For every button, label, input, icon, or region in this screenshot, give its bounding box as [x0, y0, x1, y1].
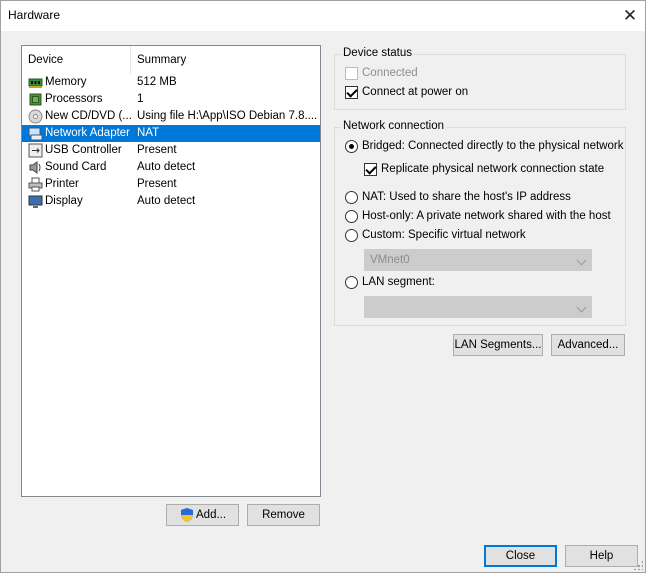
- lan-segments-button[interactable]: LAN Segments...: [453, 334, 543, 356]
- processor-icon: [28, 92, 43, 107]
- list-header: Device Summary: [22, 46, 320, 74]
- device-status-group: Device status Connected Connect at power…: [334, 47, 626, 110]
- device-name: New CD/DVD (...: [45, 110, 131, 122]
- device-list: Device Summary Memory 512 MB Processors 1 Ne…: [21, 45, 321, 497]
- device-summary: 1: [137, 93, 144, 105]
- nat-radio[interactable]: [345, 191, 358, 204]
- device-summary: Auto detect: [137, 195, 196, 207]
- device-name: USB Controller: [45, 144, 122, 156]
- device-name: Display: [45, 195, 83, 207]
- host-only-label: Host-only: A private network shared with…: [362, 210, 611, 222]
- bridged-radio[interactable]: [345, 140, 358, 153]
- usb-controller-icon: [28, 143, 43, 158]
- cd-dvd-icon: [28, 109, 43, 124]
- device-summary: 512 MB: [137, 76, 177, 88]
- device-name: Memory: [45, 76, 87, 88]
- network-connection-title: Network connection: [341, 120, 446, 132]
- custom-network-select[interactable]: VMnet0: [364, 249, 592, 271]
- dialog-footer: Close Help: [1, 541, 645, 572]
- memory-icon: [28, 75, 43, 90]
- bridged-label: Bridged: Connected directly to the physi…: [362, 140, 624, 152]
- hardware-dialog: Hardware ✕ Device Summary Memory 512 MB Pr…: [0, 0, 646, 573]
- device-name: Network Adapter: [45, 127, 131, 139]
- custom-radio[interactable]: [345, 229, 358, 242]
- add-button-label: Add...: [196, 509, 227, 521]
- network-adapter-icon: [28, 126, 43, 141]
- remove-button[interactable]: Remove: [247, 504, 320, 526]
- close-window-icon[interactable]: ✕: [615, 1, 645, 31]
- connected-checkbox[interactable]: [345, 67, 358, 80]
- replicate-state-label: Replicate physical network connection st…: [381, 163, 605, 175]
- title-bar: Hardware ✕: [1, 1, 645, 31]
- device-summary: Auto detect: [137, 161, 196, 173]
- device-row-sound-card[interactable]: Sound Card Auto detect: [22, 159, 320, 176]
- close-button[interactable]: Close: [484, 545, 557, 567]
- shield-icon: [181, 508, 193, 522]
- sound-card-icon: [28, 160, 43, 175]
- chevron-down-icon: [576, 302, 587, 313]
- lan-segment-label: LAN segment:: [362, 276, 435, 288]
- lan-segment-select[interactable]: [364, 296, 592, 318]
- host-only-radio[interactable]: [345, 210, 358, 223]
- device-row-display[interactable]: Display Auto detect: [22, 193, 320, 210]
- device-name: Printer: [45, 178, 79, 190]
- device-summary: Using file H:\App\ISO Debian 7.8....: [137, 110, 317, 122]
- device-name: Sound Card: [45, 161, 107, 173]
- custom-label: Custom: Specific virtual network: [362, 229, 526, 241]
- window-title: Hardware: [8, 8, 61, 22]
- lan-segment-radio[interactable]: [345, 276, 358, 289]
- connected-label: Connected: [362, 67, 418, 79]
- network-connection-group: Network connection Bridged: Connected di…: [334, 120, 626, 326]
- chevron-down-icon: [576, 255, 587, 266]
- device-row-network-adapter[interactable]: Network Adapter NAT: [22, 125, 320, 142]
- column-header-summary[interactable]: Summary: [131, 46, 320, 74]
- device-row-usb-controller[interactable]: USB Controller Present: [22, 142, 320, 159]
- device-status-title: Device status: [341, 47, 415, 59]
- nat-label: NAT: Used to share the host's IP address: [362, 191, 571, 203]
- device-row-cd-dvd[interactable]: New CD/DVD (... Using file H:\App\ISO Deb…: [22, 108, 320, 125]
- replicate-state-checkbox[interactable]: [364, 163, 377, 176]
- device-row-processor[interactable]: Processors 1: [22, 91, 320, 108]
- device-rows: Memory 512 MB Processors 1 New CD/DVD (... Us…: [22, 74, 320, 210]
- connect-at-power-on-checkbox[interactable]: [345, 86, 358, 99]
- device-summary: Present: [137, 144, 177, 156]
- device-summary: NAT: [137, 127, 160, 139]
- device-summary: Present: [137, 178, 177, 190]
- custom-network-value: VMnet0: [370, 254, 410, 266]
- device-row-memory[interactable]: Memory 512 MB: [22, 74, 320, 91]
- help-button[interactable]: Help: [565, 545, 638, 567]
- advanced-button[interactable]: Advanced...: [551, 334, 625, 356]
- add-button[interactable]: Add...: [166, 504, 239, 526]
- device-name: Processors: [45, 93, 103, 105]
- display-icon: [28, 194, 43, 209]
- connect-at-power-on-label: Connect at power on: [362, 86, 469, 98]
- column-header-device[interactable]: Device: [22, 46, 131, 74]
- printer-icon: [28, 177, 43, 192]
- device-row-printer[interactable]: Printer Present: [22, 176, 320, 193]
